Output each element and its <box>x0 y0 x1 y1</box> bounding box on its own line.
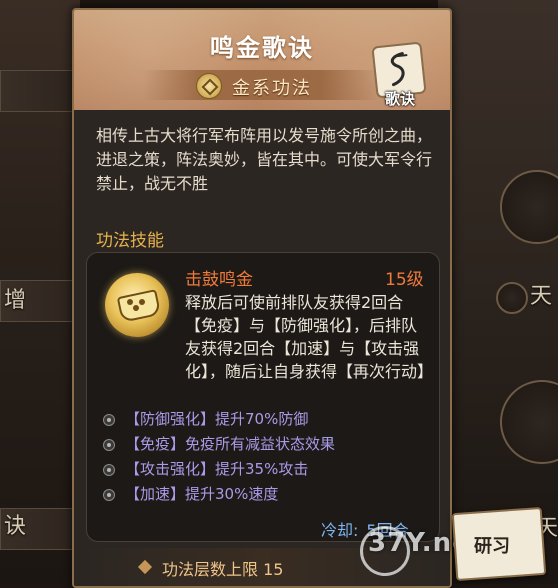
section-title: 功法技能 <box>96 231 164 251</box>
bg-chip-left: 增 <box>4 288 27 313</box>
skill-detail-panel: 鸣金歌诀 金系功法 歌诀 相传上古大将行军布阵用以发号施令所创之曲，进退之策，阵… <box>72 8 452 588</box>
list-item: 【攻击强化】提升35%攻击 <box>101 457 431 482</box>
bg-menu-tile <box>0 70 78 112</box>
bell-skill-icon <box>105 273 169 337</box>
bullet-icon <box>103 439 115 451</box>
effect-text: 【免疫】免疫所有减益状态效果 <box>125 435 336 453</box>
skill-lore-description: 相传上古大将行军布阵用以发号施令所创之曲，进退之策，阵法奥妙，皆在其中。可使大军… <box>96 126 433 193</box>
layer-limit-text: 功法层数上限 15 <box>162 560 284 579</box>
effect-text: 【攻击强化】提升35%攻击 <box>125 460 309 478</box>
research-button-label[interactable]: 研习 <box>474 532 510 558</box>
bullet-icon <box>103 464 115 476</box>
skill-card: 击鼓鸣金 15级 释放后可使前排队友获得2回合【免疫】与【防御强化】，后排队友获… <box>86 252 440 542</box>
song-badge-label: 歌诀 <box>384 90 415 108</box>
list-item: 【免疫】免疫所有减益状态效果 <box>101 432 431 457</box>
effect-text: 【加速】提升30%速度 <box>125 485 279 503</box>
skill-level: 15级 <box>385 270 424 290</box>
bullet-icon <box>103 489 115 501</box>
bg-metal-icon <box>496 282 528 314</box>
bullet-icon <box>103 414 115 426</box>
list-item: 【加速】提升30%速度 <box>101 482 431 507</box>
effect-list: 【防御强化】提升70%防御 【免疫】免疫所有减益状态效果 【攻击强化】提升35%… <box>101 407 431 507</box>
cooldown-label: 冷却: <box>321 521 359 540</box>
skill-description: 释放后可使前排队友获得2回合【免疫】与【防御强化】，后排队友获得2回合【加速】与… <box>185 293 434 381</box>
bg-chip-right: 天 <box>530 284 553 309</box>
metal-element-icon <box>196 73 222 99</box>
bg-chip-left-2: 诀 <box>4 514 27 539</box>
effect-text: 【防御强化】提升70%防御 <box>125 410 309 428</box>
element-subtitle: 金系功法 <box>232 78 312 99</box>
list-item: 【防御强化】提升70%防御 <box>101 407 431 432</box>
skill-name: 击鼓鸣金 <box>185 270 253 290</box>
